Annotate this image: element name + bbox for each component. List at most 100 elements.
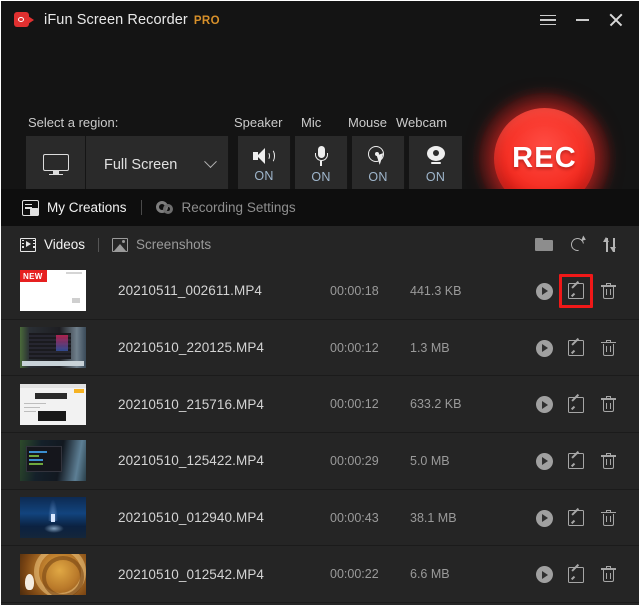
table-row[interactable]: 20210510_012940.MP4 00:00:43 38.1 MB [1, 490, 639, 547]
play-icon [535, 396, 553, 414]
file-duration: 00:00:12 [330, 340, 379, 355]
nav-strip: My Creations Recording Settings [1, 189, 639, 226]
close-button[interactable] [599, 5, 633, 35]
video-thumbnail[interactable] [20, 383, 86, 425]
trash-icon [600, 339, 616, 357]
delete-button[interactable] [597, 450, 619, 472]
row-actions [533, 320, 619, 377]
row-actions [533, 376, 619, 433]
file-name: 20210510_220125.MP4 [118, 340, 265, 356]
delete-button[interactable] [597, 507, 619, 529]
app-window: iFun Screen Recorder PRO Select a region… [1, 1, 639, 605]
play-button[interactable] [533, 450, 555, 472]
record-button-label: REC [512, 142, 577, 174]
region-select-dropdown[interactable]: Full Screen [86, 136, 229, 193]
creations-icon [22, 199, 39, 216]
table-row[interactable]: NEW 20210511_002611.MP4 00:00:18 441.3 KB [1, 263, 639, 320]
row-actions [533, 546, 619, 603]
play-button[interactable] [533, 280, 555, 302]
edit-icon [568, 450, 584, 470]
speaker-toggle[interactable]: ON [238, 136, 291, 193]
mouse-label: Mouse [348, 115, 388, 130]
video-camera-icon [14, 12, 35, 28]
play-icon [535, 282, 553, 300]
delete-button[interactable] [597, 394, 619, 416]
delete-button[interactable] [597, 337, 619, 359]
new-badge: NEW [20, 270, 47, 283]
file-name: 20210510_125422.MP4 [118, 453, 265, 469]
row-actions [533, 263, 619, 320]
edit-button[interactable] [565, 450, 587, 472]
edit-icon [568, 337, 584, 357]
nav-label-recording-settings: Recording Settings [181, 200, 296, 215]
video-thumbnail[interactable] [20, 497, 86, 539]
title-bar: iFun Screen Recorder PRO [1, 1, 639, 39]
tab-divider [98, 237, 100, 252]
picture-icon [112, 237, 129, 252]
video-thumbnail[interactable]: NEW [20, 270, 86, 312]
tab-row: Videos Screenshots [1, 226, 639, 263]
chevron-down-icon [204, 155, 217, 169]
play-icon [535, 509, 553, 527]
tab-screenshots[interactable]: Screenshots [112, 237, 211, 252]
play-button[interactable] [533, 507, 555, 529]
minimize-button[interactable] [565, 5, 599, 35]
file-size: 5.0 MB [410, 453, 450, 468]
film-icon [20, 237, 36, 252]
edit-button[interactable] [565, 507, 587, 529]
edit-button[interactable] [559, 274, 593, 309]
edit-button[interactable] [565, 564, 587, 586]
delete-button[interactable] [597, 280, 619, 302]
file-duration: 00:00:43 [330, 510, 379, 525]
delete-button[interactable] [597, 564, 619, 586]
trash-icon [600, 566, 616, 583]
nav-label-my-creations: My Creations [47, 200, 127, 215]
webcam-toggle[interactable]: ON [409, 136, 462, 193]
hamburger-menu-icon [540, 14, 556, 26]
file-name: 20210510_215716.MP4 [118, 396, 265, 412]
play-icon [535, 566, 553, 584]
nav-divider [140, 200, 142, 215]
file-duration: 00:00:18 [330, 283, 379, 298]
file-size: 1.3 MB [410, 340, 450, 355]
file-list[interactable]: NEW 20210511_002611.MP4 00:00:18 441.3 KB 20… [1, 263, 639, 605]
play-button[interactable] [533, 394, 555, 416]
edit-button[interactable] [565, 394, 587, 416]
file-duration: 00:00:29 [330, 453, 379, 468]
gear-icon [155, 199, 174, 216]
video-thumbnail[interactable] [20, 440, 86, 482]
hamburger-menu-button[interactable] [531, 5, 565, 35]
video-thumbnail[interactable] [20, 553, 86, 595]
table-row[interactable]: 20210510_125422.MP4 00:00:29 5.0 MB [1, 433, 639, 490]
play-icon [535, 339, 553, 357]
mic-toggle[interactable]: ON [295, 136, 348, 193]
play-button[interactable] [533, 337, 555, 359]
region-select-value: Full Screen [104, 156, 178, 173]
table-row[interactable]: 20210510_220125.MP4 00:00:12 1.3 MB [1, 320, 639, 377]
table-row[interactable]: 20210510_215716.MP4 00:00:12 633.2 KB [1, 376, 639, 434]
trash-icon [600, 396, 616, 413]
file-name: 20210511_002611.MP4 [118, 283, 263, 299]
video-thumbnail[interactable] [20, 327, 86, 369]
trash-icon [600, 282, 616, 300]
microphone-icon [314, 145, 328, 166]
file-duration: 00:00:12 [330, 397, 379, 412]
sort-arrows-icon[interactable] [603, 236, 618, 253]
play-button[interactable] [533, 564, 555, 586]
webcam-icon [426, 145, 446, 166]
nav-item-recording-settings[interactable]: Recording Settings [155, 199, 296, 216]
nav-item-my-creations[interactable]: My Creations [22, 199, 127, 216]
trash-icon [600, 509, 616, 527]
edit-icon [568, 394, 584, 413]
tab-toolbar [535, 226, 618, 263]
mouse-toggle[interactable]: ON [352, 136, 405, 193]
tab-videos[interactable]: Videos [20, 237, 85, 252]
webcam-state: ON [425, 169, 446, 184]
refresh-icon[interactable] [568, 234, 587, 254]
region-mode-button[interactable] [26, 136, 86, 193]
edit-button[interactable] [565, 337, 587, 359]
edit-icon [568, 507, 584, 527]
file-size: 38.1 MB [410, 510, 457, 525]
table-row[interactable]: 20210510_012542.MP4 00:00:22 6.6 MB [1, 546, 639, 604]
folder-icon[interactable] [535, 237, 553, 252]
